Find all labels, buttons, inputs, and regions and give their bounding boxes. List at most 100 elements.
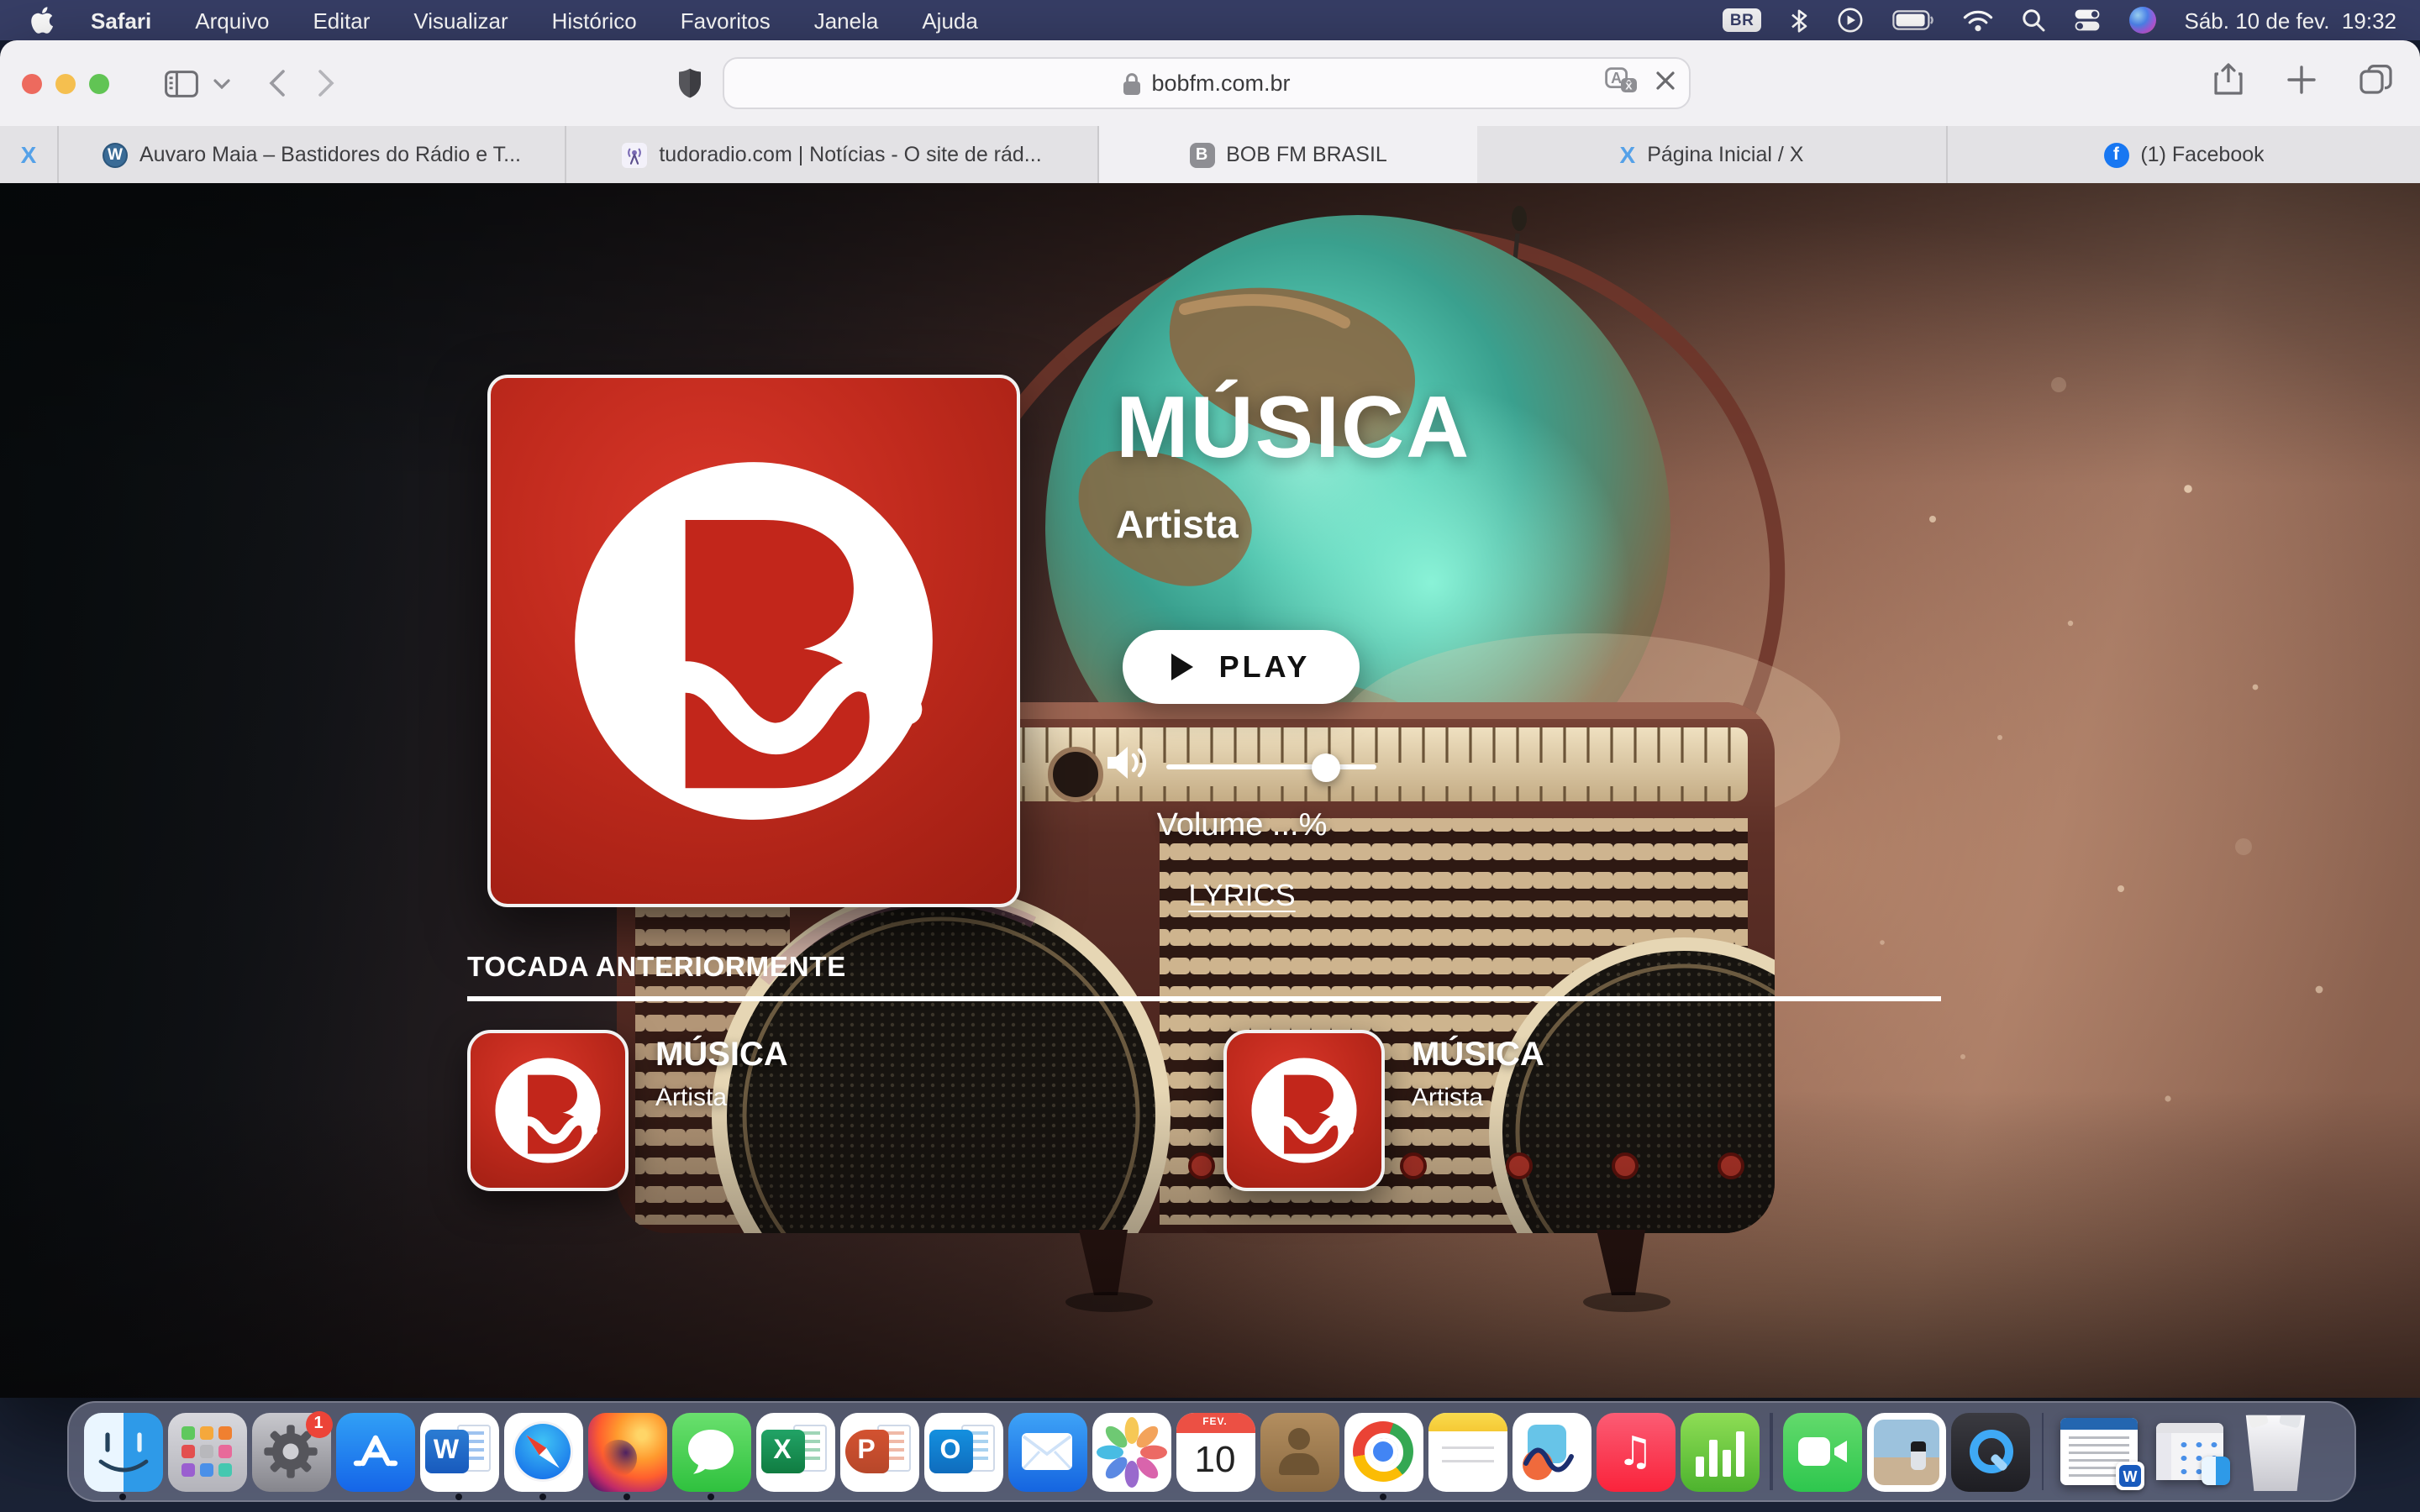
toolbar-right-actions [2213,40,2393,126]
dock: 1 W X P [67,1401,2356,1502]
dock-contacts-icon[interactable] [1257,1401,1341,1502]
dock-photos-icon[interactable] [1089,1401,1173,1502]
new-tab-icon[interactable] [2287,65,2316,102]
song-title: MÚSICA [1116,378,1470,479]
control-center-icon[interactable] [2074,8,2101,32]
dock-music-icon[interactable]: ♫ [1593,1401,1677,1502]
address-bar-actions: Ax̂ [1605,59,1676,108]
menu-visualizar[interactable]: Visualizar [413,8,508,33]
menu-historico[interactable]: Histórico [552,8,637,33]
svg-text:x̂: x̂ [1625,78,1633,92]
stop-loading-icon[interactable] [1655,71,1676,96]
zoom-window-button[interactable] [89,73,109,93]
dock-firefox-icon[interactable] [585,1401,669,1502]
dock-outlook-icon[interactable]: O [921,1401,1005,1502]
dock-freeform-icon[interactable] [1509,1401,1593,1502]
dock-settings-icon[interactable]: 1 [249,1401,333,1502]
tab-facebook[interactable]: f (1) Facebook [1948,126,2420,183]
radio-antenna-icon [622,142,647,167]
address-bar[interactable]: bobfm.com.br Ax̂ [723,57,1691,109]
tab-bobfm-active[interactable]: B BOB FM BRASIL [1099,126,1477,183]
minimize-window-button[interactable] [55,73,76,93]
volume-control [1106,744,1376,790]
history-item[interactable]: MÚSICA Artista [467,1030,788,1191]
menu-clock[interactable]: Sáb. 10 de fev. 19:32 [2185,8,2397,33]
tab-pagina-inicial-x[interactable]: X Página Inicial / X [1477,126,1948,183]
forward-button[interactable] [318,69,334,97]
wifi-icon[interactable] [1963,9,1993,31]
menu-ajuda[interactable]: Ajuda [922,8,978,33]
tab-label: (1) Facebook [2140,143,2264,166]
wordpress-icon: W [103,142,128,167]
menu-janela[interactable]: Janela [814,8,879,33]
bobfm-page: MÚSICA Artista PLAY Volume ...% LYRI [0,183,2420,1398]
dock-powerpoint-icon[interactable]: P [837,1401,921,1502]
history-album-art [467,1030,629,1191]
dock-word-icon[interactable]: W [417,1401,501,1502]
battery-icon[interactable] [1892,10,1934,30]
dock-facetime-icon[interactable] [1781,1401,1865,1502]
share-icon[interactable] [2213,61,2244,105]
input-source-badge[interactable]: BR [1723,8,1761,32]
speaker-icon[interactable] [1106,744,1151,790]
history-song-title: MÚSICA [1412,1037,1544,1075]
dock-chrome-icon[interactable] [1341,1401,1425,1502]
dock-trash-icon[interactable] [2233,1401,2317,1502]
dock-messages-icon[interactable] [669,1401,753,1502]
safari-toolbar: bobfm.com.br Ax̂ [0,40,2420,126]
history-meta: MÚSICA Artista [655,1030,788,1191]
translate-icon[interactable]: Ax̂ [1605,67,1639,99]
dock-quicktime-icon[interactable] [1949,1401,2033,1502]
tab-auvaro-maia[interactable]: W Auvaro Maia – Bastidores do Rádio e T.… [59,126,566,183]
safari-window: bobfm.com.br Ax̂ [0,40,2420,1398]
tab-label: BOB FM BRASIL [1226,143,1387,166]
window-controls [22,73,109,93]
dock-minimized-finder-window[interactable] [2146,1401,2233,1502]
spotlight-search-icon[interactable] [2022,8,2045,32]
dock-excel-icon[interactable]: X [753,1401,837,1502]
now-playing-icon[interactable] [1837,7,1864,34]
tab-label: tudoradio.com | Notícias - O site de rád… [659,143,1041,166]
tab-tudoradio[interactable]: tudoradio.com | Notícias - O site de rád… [566,126,1099,183]
dock-launchpad-icon[interactable] [165,1401,249,1502]
tab-overview-icon[interactable] [2360,64,2393,102]
history-item[interactable]: MÚSICA Artista [1223,1030,1544,1191]
dock-finder-icon[interactable] [81,1401,165,1502]
dock-minimized-word-window[interactable]: W [2052,1401,2146,1502]
play-button-label: PLAY [1219,649,1311,685]
bluetooth-icon[interactable] [1790,8,1808,33]
lyrics-link-wrap: LYRICS [1106,879,1378,914]
dock-safari-icon[interactable] [501,1401,585,1502]
siri-icon[interactable] [2129,7,2156,34]
dock-numbers-icon[interactable] [1677,1401,1761,1502]
tab-pinned-x[interactable]: X [0,126,59,183]
apple-menu-icon[interactable] [30,7,54,34]
tab-bar: X W Auvaro Maia – Bastidores do Rádio e … [0,126,2420,183]
menu-bar: Safari Arquivo Editar Visualizar Históri… [0,0,2420,40]
play-button[interactable]: PLAY [1123,630,1360,704]
history-song-title: MÚSICA [655,1037,788,1075]
menu-favoritos[interactable]: Favoritos [681,8,771,33]
tab-label: Página Inicial / X [1647,143,1803,166]
volume-thumb[interactable] [1312,753,1340,781]
privacy-shield-icon[interactable] [677,67,702,99]
sidebar-toggle-icon[interactable] [165,70,198,97]
volume-label: Volume ...% [1106,808,1378,845]
close-window-button[interactable] [22,73,42,93]
lyrics-link[interactable]: LYRICS [1188,879,1295,912]
volume-slider[interactable] [1166,764,1376,769]
menu-editar[interactable]: Editar [313,8,370,33]
calendar-month: FEV. [1176,1412,1255,1432]
player-overlay: MÚSICA Artista PLAY Volume ...% LYRI [0,183,2420,1398]
back-button[interactable] [269,69,286,97]
menu-arquivo[interactable]: Arquivo [195,8,269,33]
url-text: bobfm.com.br [1151,71,1290,96]
menu-safari[interactable]: Safari [91,8,151,33]
play-icon [1172,654,1194,680]
dock-photobooth-icon[interactable] [1865,1401,1949,1502]
dock-appstore-icon[interactable] [333,1401,417,1502]
sidebar-chevron-icon[interactable] [213,78,230,88]
dock-notes-icon[interactable] [1425,1401,1509,1502]
dock-calendar-icon[interactable]: FEV. 10 [1173,1401,1257,1502]
dock-mail-icon[interactable] [1005,1401,1089,1502]
